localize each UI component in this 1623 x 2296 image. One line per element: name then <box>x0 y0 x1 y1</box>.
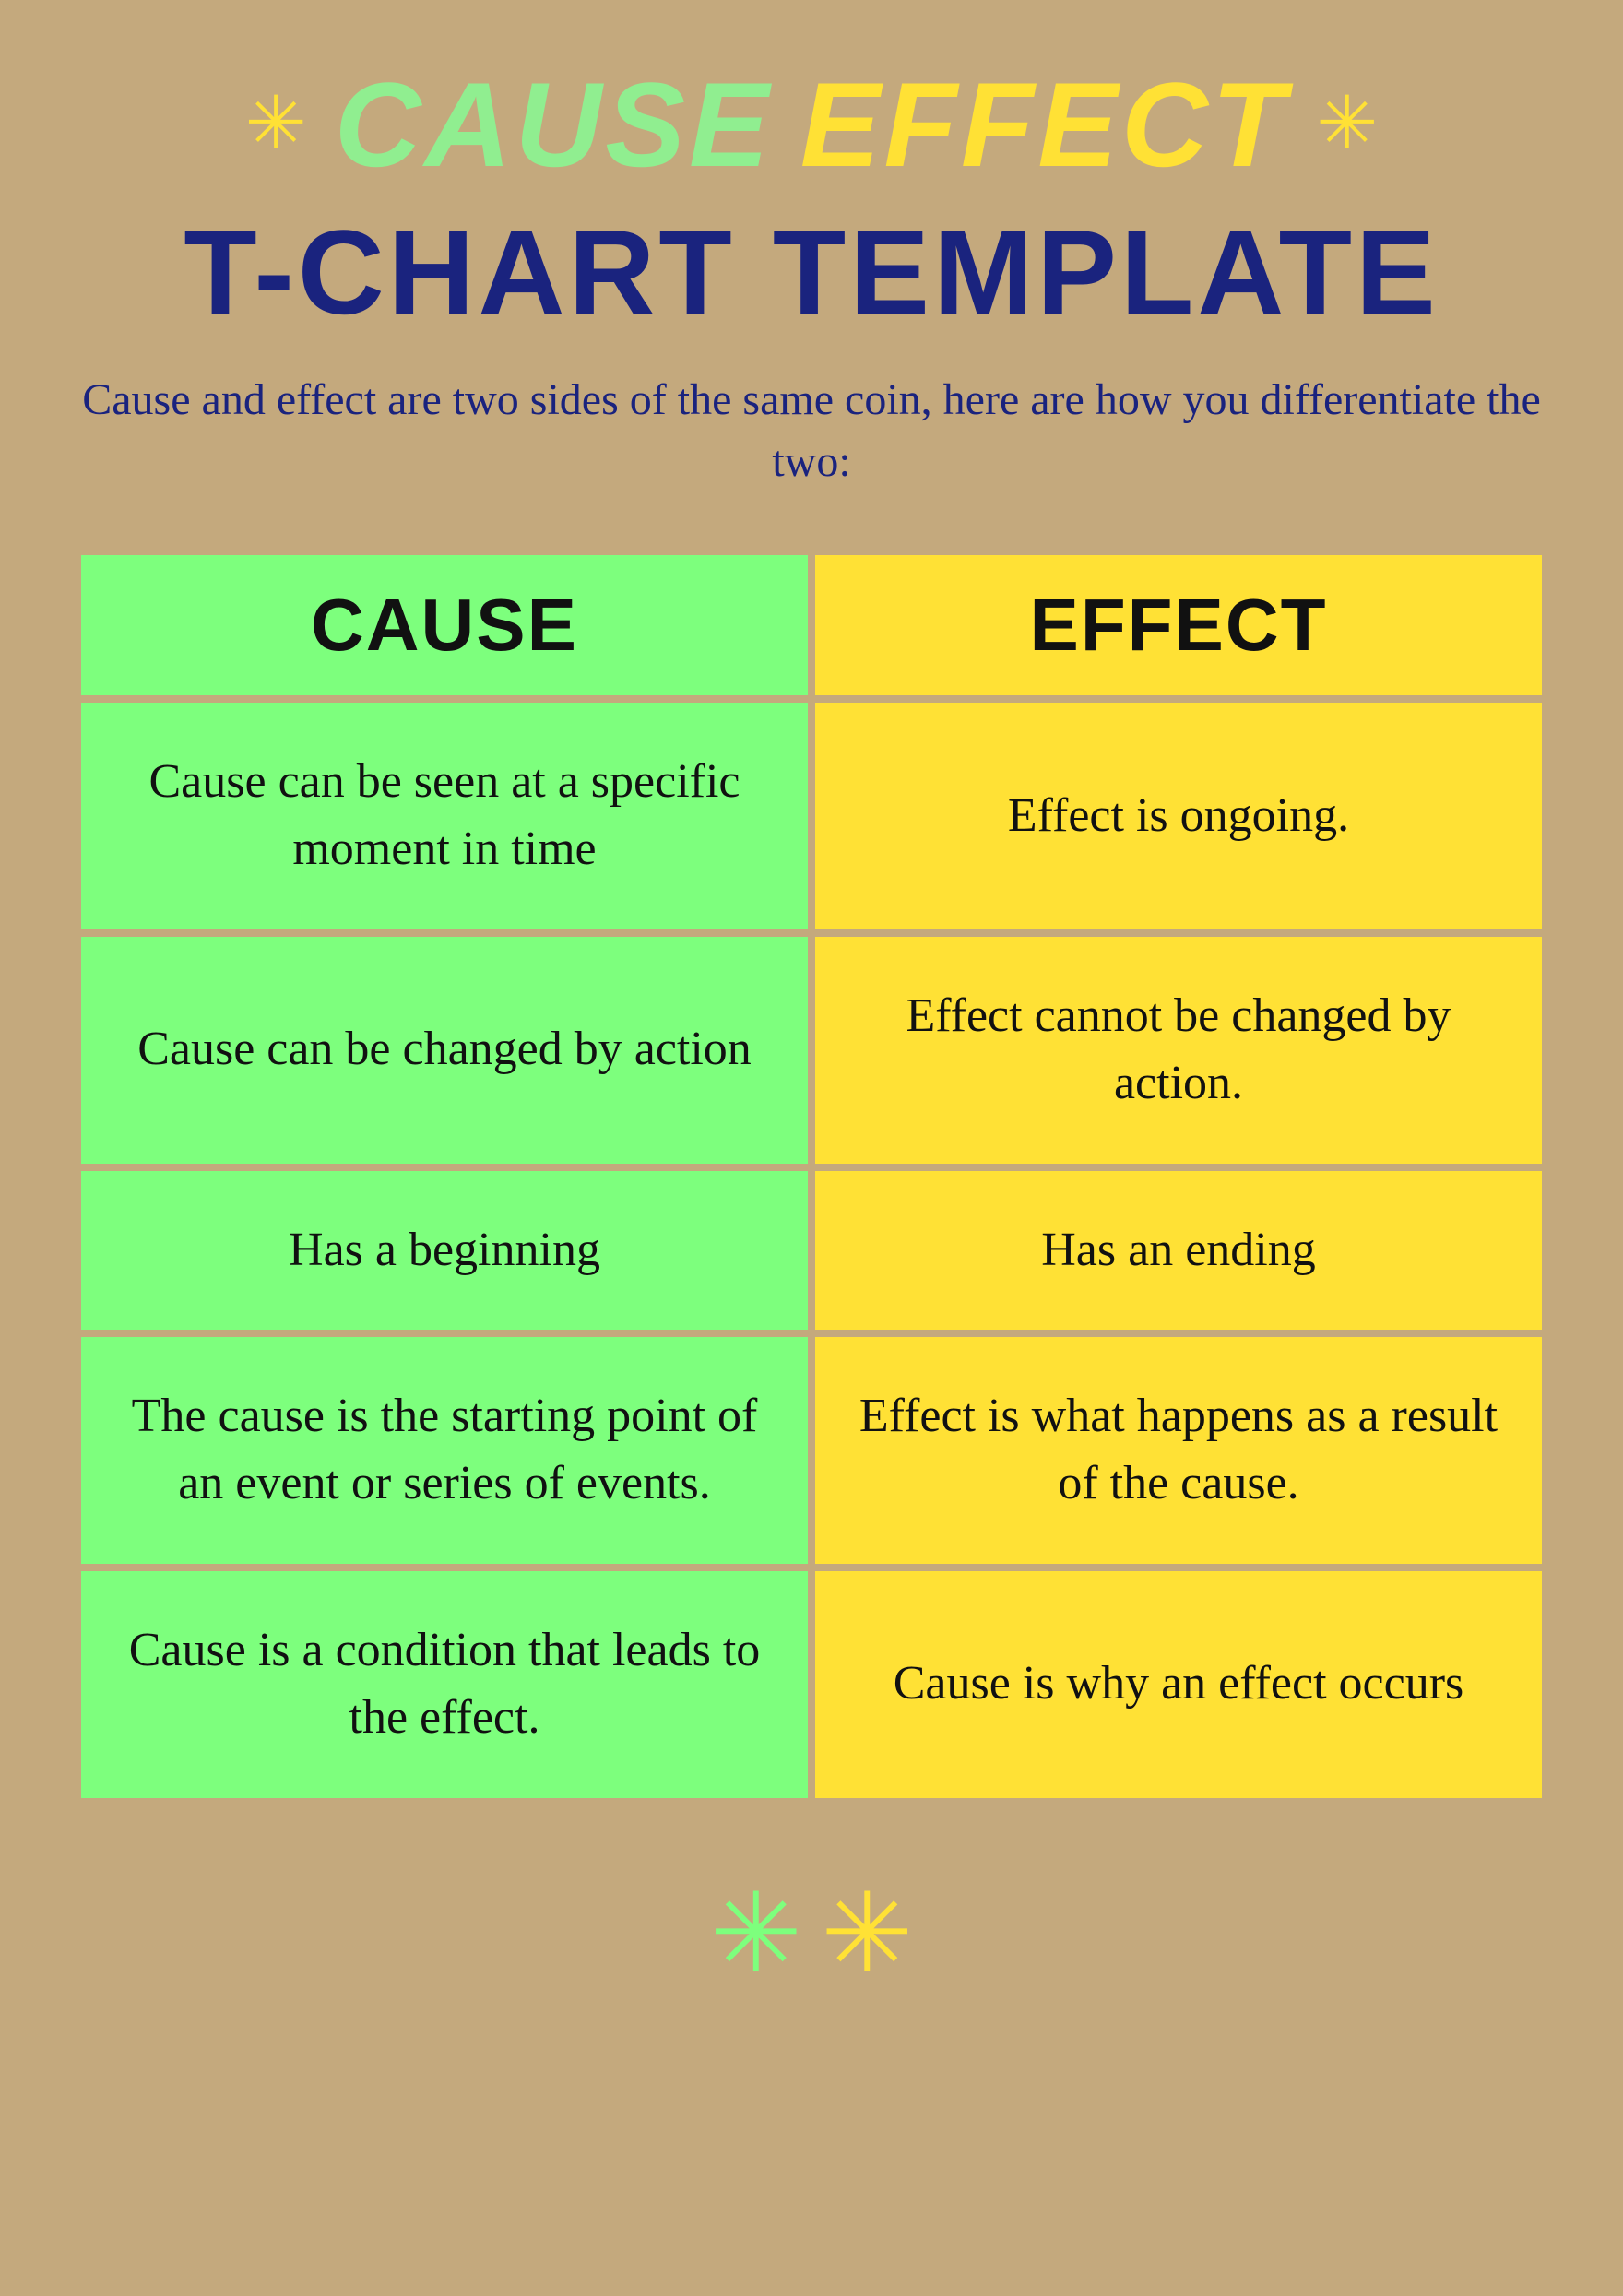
title-cause: CAUSE <box>335 55 773 194</box>
effect-column-header: EFFECT <box>815 555 1542 695</box>
cause-cell-3: The cause is the starting point of an ev… <box>81 1337 808 1564</box>
effect-cell-1: Effect cannot be changed by action. <box>815 937 1542 1164</box>
bottom-green-star-icon: ✳ <box>709 1879 802 1990</box>
title-effect: EFFECT <box>800 55 1289 194</box>
table-row: Cause can be changed by actionEffect can… <box>81 937 1542 1164</box>
cause-cell-2: Has a beginning <box>81 1171 808 1331</box>
cause-cell-4: Cause is a condition that leads to the e… <box>81 1571 808 1798</box>
effect-cell-2: Has an ending <box>815 1171 1542 1331</box>
cause-cell-0: Cause can be seen at a specific moment i… <box>81 703 808 929</box>
page-wrapper: ✳ CAUSE EFFECT ✳ T-CHART TEMPLATE Cause … <box>0 0 1623 2296</box>
effect-cell-3: Effect is what happens as a result of th… <box>815 1337 1542 1564</box>
table-row: Cause is a condition that leads to the e… <box>81 1571 1542 1798</box>
header: ✳ CAUSE EFFECT ✳ T-CHART TEMPLATE Cause … <box>74 55 1549 492</box>
effect-cell-4: Cause is why an effect occurs <box>815 1571 1542 1798</box>
left-star-icon: ✳ <box>245 88 307 161</box>
right-star-icon: ✳ <box>1316 88 1378 161</box>
cause-column-header: CAUSE <box>81 555 808 695</box>
table-row: Has a beginningHas an ending <box>81 1171 1542 1331</box>
title-line2: T-CHART TEMPLATE <box>74 203 1549 341</box>
table-row: Cause can be seen at a specific moment i… <box>81 703 1542 929</box>
bottom-yellow-star-icon: ✳ <box>821 1879 914 1990</box>
bottom-stars: ✳ ✳ <box>74 1879 1549 1990</box>
table-row: The cause is the starting point of an ev… <box>81 1337 1542 1564</box>
effect-cell-0: Effect is ongoing. <box>815 703 1542 929</box>
cause-cell-1: Cause can be changed by action <box>81 937 808 1164</box>
table-header-row: CAUSE EFFECT <box>81 555 1542 695</box>
tchart-table: CAUSE EFFECT Cause can be seen at a spec… <box>74 548 1549 1805</box>
subtitle: Cause and effect are two sides of the sa… <box>74 369 1549 492</box>
title-line1: ✳ CAUSE EFFECT ✳ <box>74 55 1549 194</box>
